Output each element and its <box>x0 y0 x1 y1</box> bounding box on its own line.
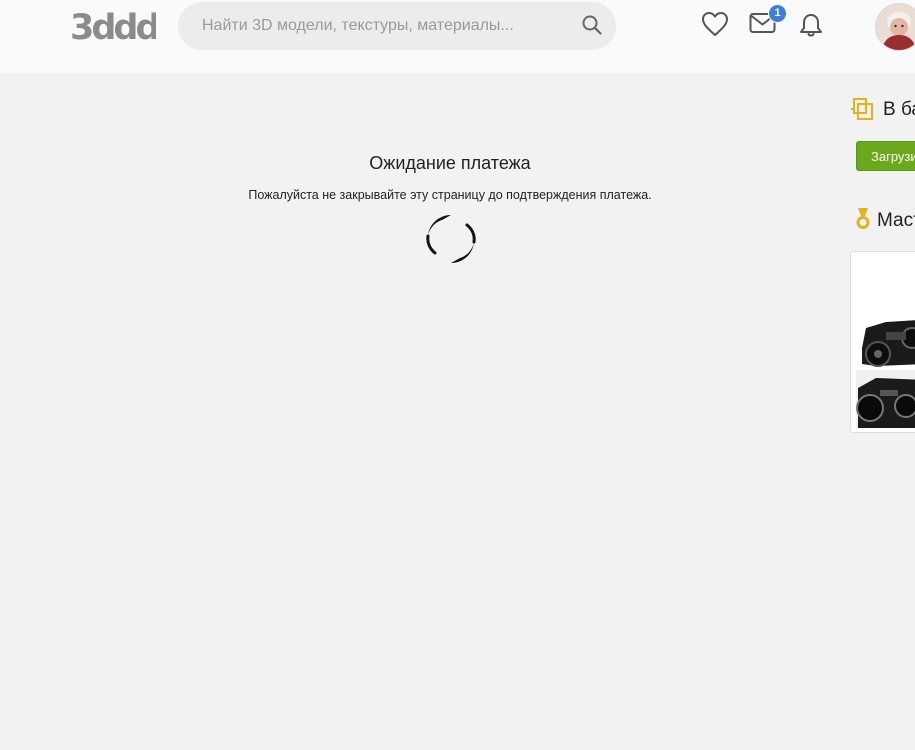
bell-icon[interactable] <box>798 12 824 38</box>
search-icon[interactable] <box>582 15 602 35</box>
medal-icon <box>856 208 870 229</box>
cart-icon <box>851 98 873 120</box>
payment-message: Пожалуйста не закрывайте эту страницу до… <box>248 188 652 202</box>
user-avatar[interactable] <box>875 3 915 51</box>
heart-icon[interactable] <box>701 11 729 37</box>
product-card[interactable] <box>850 251 915 433</box>
avatar-image <box>876 4 915 50</box>
site-logo[interactable]: 3ddd <box>70 8 161 48</box>
upload-button[interactable]: Загрузить <box>856 141 915 171</box>
search-bar <box>178 2 616 50</box>
payment-area: Ожидание платежа Пожалуйста не закрывайт… <box>0 75 840 750</box>
cart-heading: В ба <box>883 99 915 120</box>
product-thumbnail <box>856 308 915 428</box>
payment-title: Ожидание платежа <box>369 153 531 173</box>
master-heading: Маст <box>877 210 915 231</box>
logo-mark: 3ddd <box>70 8 161 48</box>
site-header: 3ddd 1 <box>0 0 915 75</box>
search-input[interactable] <box>202 2 582 50</box>
loading-spinner-icon <box>426 215 476 263</box>
logo-text: 3ddd <box>70 8 156 44</box>
messages-badge: 1 <box>768 4 787 23</box>
